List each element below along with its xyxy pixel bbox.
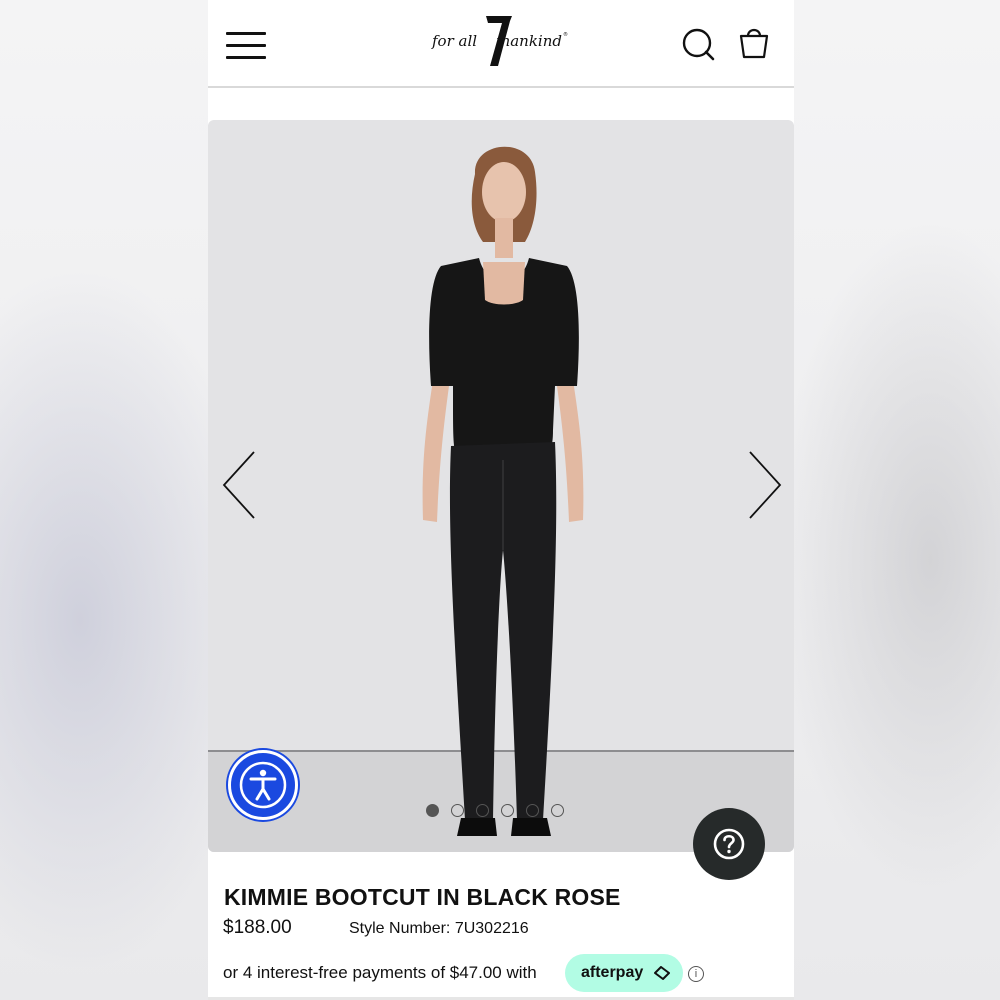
mobile-page: for all mankind ® KIMMIE BOOTCUT IN BLAC… xyxy=(208,0,794,1000)
carousel-pagination xyxy=(426,804,564,820)
product-title: KIMMIE BOOTCUT IN BLACK ROSE xyxy=(224,884,621,910)
shopping-bag-icon[interactable] xyxy=(736,24,772,60)
hamburger-menu-icon[interactable] xyxy=(226,30,266,60)
carousel-dot[interactable] xyxy=(526,804,539,817)
style-number: Style Number: 7U302216 xyxy=(349,920,529,937)
svg-text:mankind: mankind xyxy=(496,32,562,50)
site-header: for all mankind ® xyxy=(208,0,794,88)
accessibility-person-icon xyxy=(239,761,287,809)
product-image-model xyxy=(422,146,584,836)
carousel-dot[interactable] xyxy=(476,804,489,817)
afterpay-badge[interactable]: afterpay xyxy=(565,954,683,992)
carousel-dot[interactable] xyxy=(501,804,514,817)
search-icon[interactable] xyxy=(680,26,716,62)
carousel-dot[interactable] xyxy=(551,804,564,817)
help-chat-button[interactable] xyxy=(693,808,765,880)
question-mark-icon xyxy=(713,828,745,860)
carousel-dot[interactable] xyxy=(426,804,439,817)
product-price: $188.00 xyxy=(223,917,292,938)
afterpay-label: afterpay xyxy=(581,964,644,981)
afterpay-arrows-icon xyxy=(654,966,670,980)
installments-text: or 4 interest-free payments of $47.00 wi… xyxy=(223,963,537,982)
svg-text:®: ® xyxy=(563,31,568,38)
chevron-left-icon[interactable] xyxy=(220,450,260,520)
accessibility-button[interactable] xyxy=(228,750,298,820)
info-icon[interactable]: i xyxy=(688,966,704,982)
carousel-dot[interactable] xyxy=(451,804,464,817)
chevron-right-icon[interactable] xyxy=(744,450,784,520)
brand-logo[interactable]: for all mankind ® xyxy=(430,12,572,70)
svg-text:for all: for all xyxy=(431,32,477,50)
product-image-carousel[interactable] xyxy=(208,120,794,852)
